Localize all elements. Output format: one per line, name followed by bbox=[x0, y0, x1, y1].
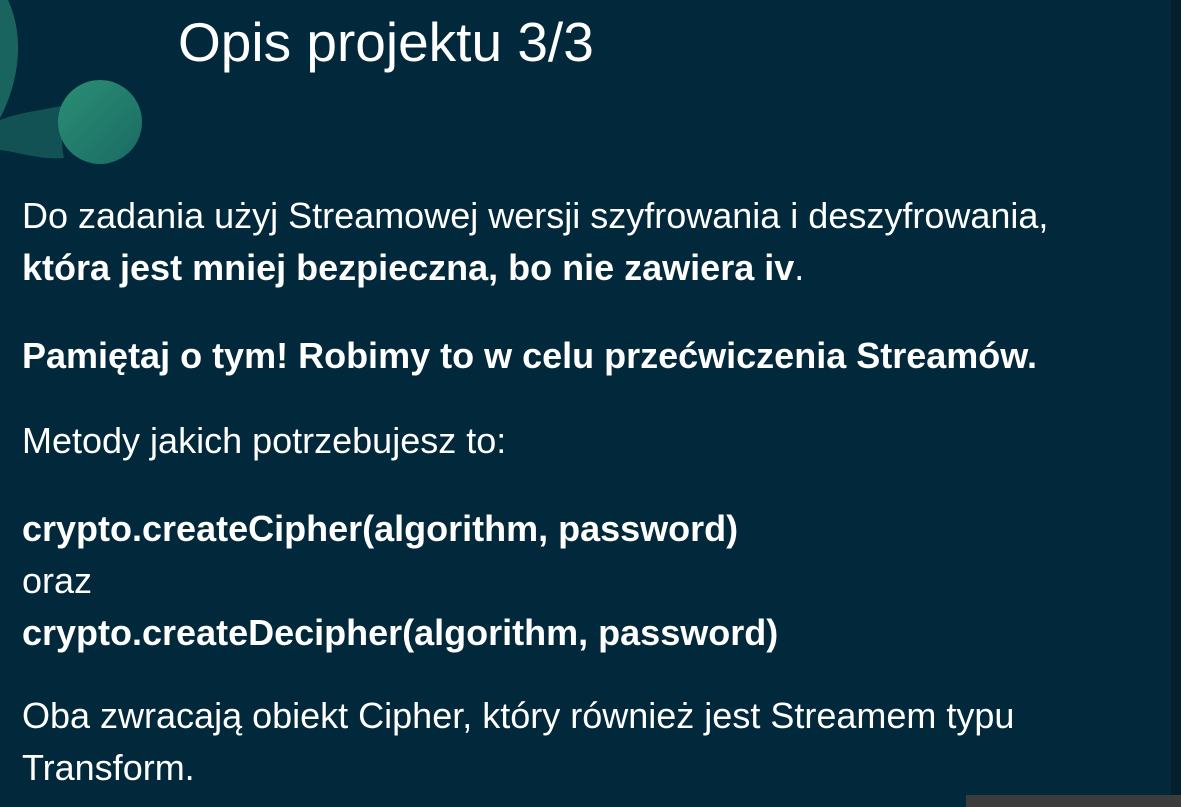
method-create-cipher: crypto.createCipher(algorithm, password) bbox=[22, 508, 739, 549]
intro-line-2-bold: która jest mniej bezpieczna, bo nie zawi… bbox=[22, 247, 795, 288]
paragraph-reminder: Pamiętaj o tym! Robimy to w celu przećwi… bbox=[22, 335, 1037, 376]
intro-line-1: Do zadania użyj Streamowej wersji szyfro… bbox=[22, 195, 1049, 236]
slide-title: Opis projektu 3/3 bbox=[178, 11, 594, 73]
return-type-line-2: Transform. bbox=[22, 747, 195, 788]
intro-line-2: która jest mniej bezpieczna, bo nie zawi… bbox=[22, 242, 1048, 294]
paragraph-methods-intro: Metody jakich potrzebujesz to: bbox=[22, 420, 507, 461]
decorative-circles-graphic bbox=[0, 0, 142, 164]
paragraph-stream-cipher-intro: Do zadania użyj Streamowej wersji szyfro… bbox=[22, 190, 1048, 294]
intro-line-2-tail: . bbox=[794, 247, 805, 288]
return-type-line-1: Oba zwracają obiekt Cipher, który równie… bbox=[22, 695, 1015, 736]
bottom-right-bar bbox=[966, 795, 1181, 807]
slide: Opis projektu 3/3 Do zadania użyj Stream… bbox=[0, 0, 1181, 807]
method-create-decipher: crypto.createDecipher(algorithm, passwor… bbox=[22, 612, 779, 653]
method-conjunction: oraz bbox=[22, 560, 93, 601]
paragraph-return-type: Oba zwracają obiekt Cipher, który równie… bbox=[22, 690, 1014, 794]
methods-list: crypto.createCipher(algorithm, password)… bbox=[22, 503, 778, 659]
right-edge-bar bbox=[1171, 0, 1181, 795]
